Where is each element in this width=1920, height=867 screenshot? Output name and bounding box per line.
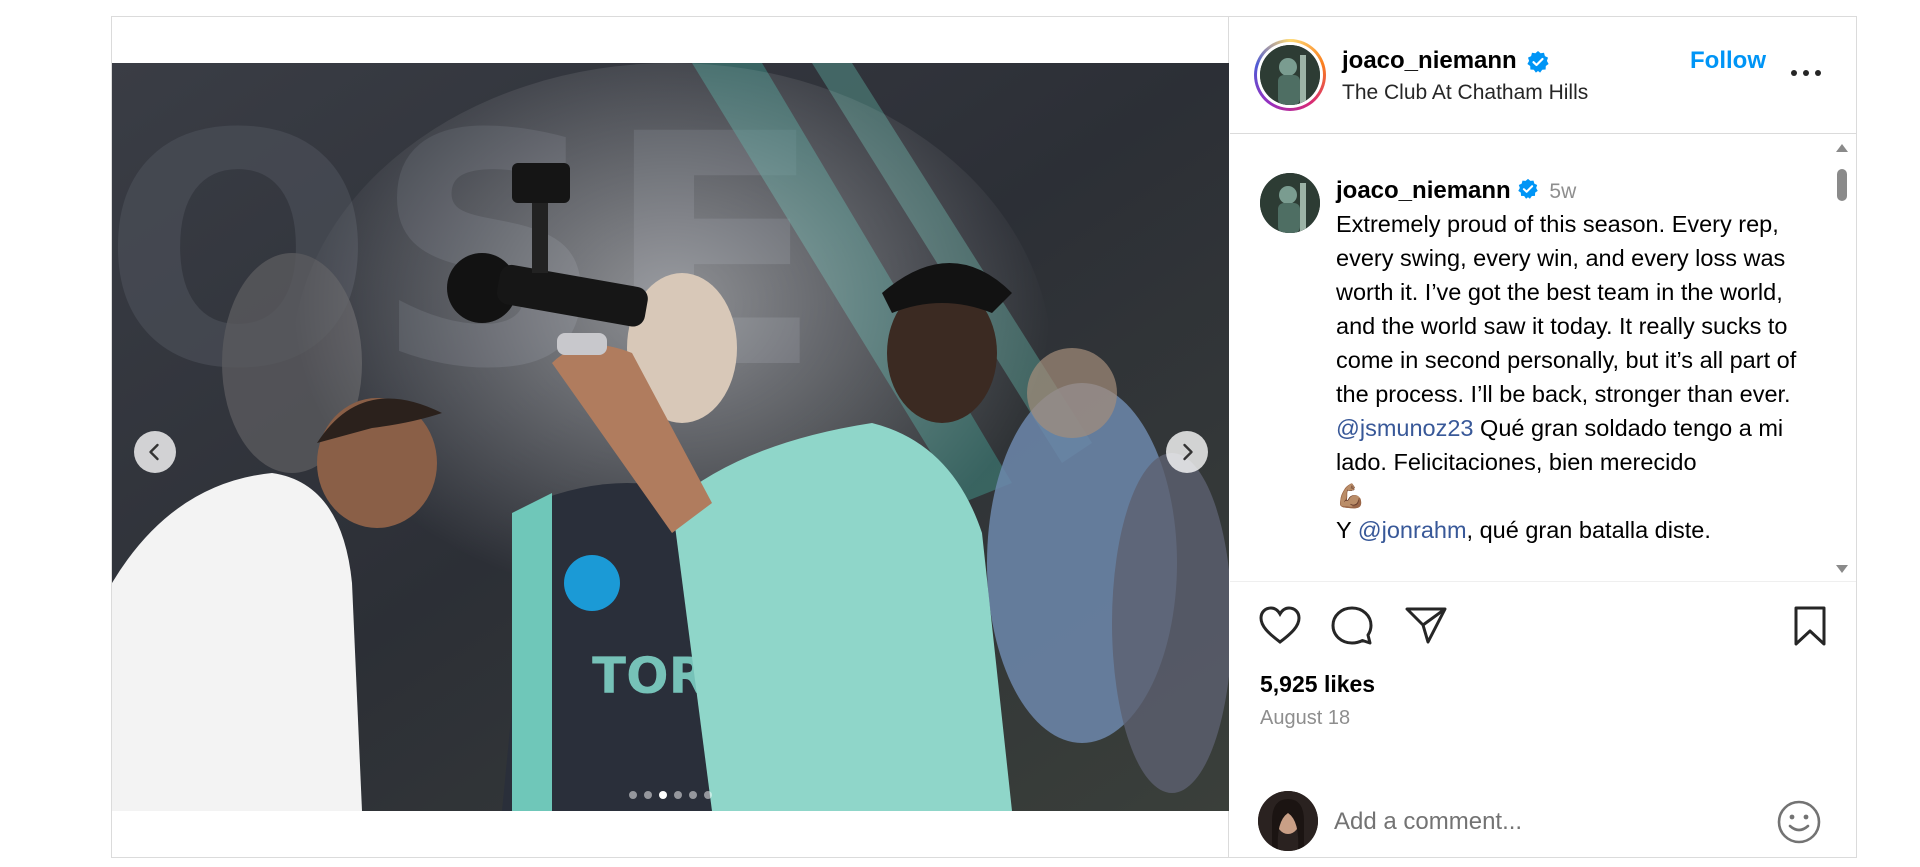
carousel-indicator <box>112 791 1229 799</box>
scroll-up-arrow-icon[interactable] <box>1836 144 1848 152</box>
caption-paragraph: , qué gran batalla diste. <box>1466 517 1711 543</box>
comment-composer <box>1230 767 1856 857</box>
svg-text:TOR: TOR <box>592 647 707 705</box>
comment-input[interactable] <box>1334 805 1754 839</box>
post-media: OSE TOR <box>112 17 1229 857</box>
carousel-dot <box>689 791 697 799</box>
author-avatar[interactable] <box>1254 39 1326 111</box>
carousel-dot <box>644 791 652 799</box>
comment-icon[interactable] <box>1330 605 1374 647</box>
carousel-dot <box>629 791 637 799</box>
mention-link[interactable]: @jonrahm <box>1358 517 1467 543</box>
post-actions <box>1230 583 1856 673</box>
scroll-down-arrow-icon[interactable] <box>1836 565 1848 573</box>
caption-header: joaco_niemann 5w <box>1336 177 1576 205</box>
verified-badge-icon <box>1518 178 1538 199</box>
post-date[interactable]: August 18 <box>1260 707 1350 730</box>
caption-paragraph: Extremely proud of this season. Every re… <box>1336 211 1797 407</box>
caption-username[interactable]: joaco_niemann <box>1336 177 1511 204</box>
caption-area[interactable]: joaco_niemann 5w Extremely proud of this… <box>1230 135 1856 582</box>
caption-author-avatar[interactable] <box>1260 173 1320 233</box>
post-card: OSE TOR <box>111 16 1857 858</box>
caption-scrollbar[interactable] <box>1826 135 1856 581</box>
save-bookmark-icon[interactable] <box>1790 605 1830 647</box>
carousel-dot <box>659 791 667 799</box>
current-user-avatar <box>1258 791 1318 851</box>
likes-count[interactable]: 5,925 likes <box>1260 671 1375 698</box>
post-header: joaco_niemann The Club At Chatham Hills … <box>1230 17 1856 134</box>
carousel-prev-button[interactable] <box>134 431 176 473</box>
mention-link[interactable]: @jsmunoz23 <box>1336 415 1474 441</box>
follow-button[interactable]: Follow <box>1690 47 1766 75</box>
emoji-smiley-icon[interactable] <box>1776 799 1822 845</box>
caption-text: Extremely proud of this season. Every re… <box>1336 207 1826 547</box>
caption-paragraph: Y <box>1336 517 1358 543</box>
scroll-thumb[interactable] <box>1837 169 1847 201</box>
carousel-dot <box>704 791 712 799</box>
like-heart-icon[interactable] <box>1258 605 1302 645</box>
author-username[interactable]: joaco_niemann <box>1342 47 1517 75</box>
more-horizontal-icon[interactable] <box>1786 63 1826 83</box>
share-send-icon[interactable] <box>1404 605 1448 645</box>
carousel-next-button[interactable] <box>1166 431 1208 473</box>
caption-timestamp[interactable]: 5w <box>1549 180 1576 203</box>
carousel-dot <box>674 791 682 799</box>
chevron-right-icon <box>1183 443 1193 461</box>
post-location[interactable]: The Club At Chatham Hills <box>1342 81 1588 105</box>
chevron-left-icon <box>149 443 159 461</box>
verified-badge-icon <box>1527 51 1549 73</box>
post-side-panel: joaco_niemann The Club At Chatham Hills … <box>1230 17 1856 857</box>
flexed-biceps-emoji: 💪🏽 <box>1336 483 1366 509</box>
post-photo[interactable]: OSE TOR <box>112 63 1229 811</box>
